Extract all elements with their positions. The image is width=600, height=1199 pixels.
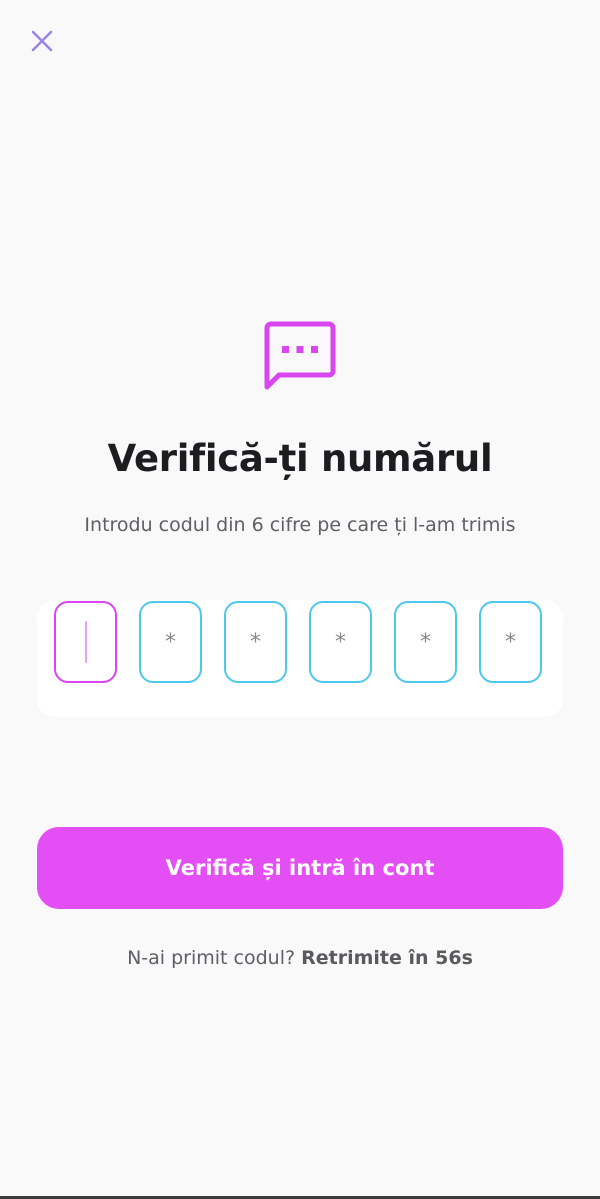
close-icon <box>30 29 54 58</box>
resend-row: N-ai primit codul? Retrimite în 56s <box>0 947 600 969</box>
otp-digit-4[interactable]: * <box>309 601 372 683</box>
page-subtitle: Introdu codul din 6 cifre pe care ți l-a… <box>84 514 516 536</box>
otp-digit-3[interactable]: * <box>224 601 287 683</box>
otp-digit-placeholder: * <box>420 629 431 655</box>
page-title: Verifică-ți numărul <box>107 437 493 480</box>
close-button[interactable] <box>26 27 58 59</box>
otp-digit-placeholder: * <box>505 629 516 655</box>
verify-submit-button[interactable]: Verifică și intră în cont <box>37 827 563 909</box>
otp-digit-5[interactable]: * <box>394 601 457 683</box>
otp-digit-2[interactable]: * <box>139 601 202 683</box>
otp-digit-placeholder: * <box>250 629 261 655</box>
verify-submit-label: Verifică și intră în cont <box>165 856 435 880</box>
otp-digit-placeholder: * <box>335 629 346 655</box>
text-cursor <box>84 621 87 663</box>
otp-digit-placeholder: * <box>165 629 176 655</box>
resend-prefix: N-ai primit codul? <box>127 947 296 969</box>
otp-digit-1[interactable] <box>54 601 117 683</box>
resend-link[interactable]: Retrimite în 56s <box>301 947 473 969</box>
message-dots-icon <box>263 320 337 392</box>
otp-digit-6[interactable]: * <box>479 601 542 683</box>
